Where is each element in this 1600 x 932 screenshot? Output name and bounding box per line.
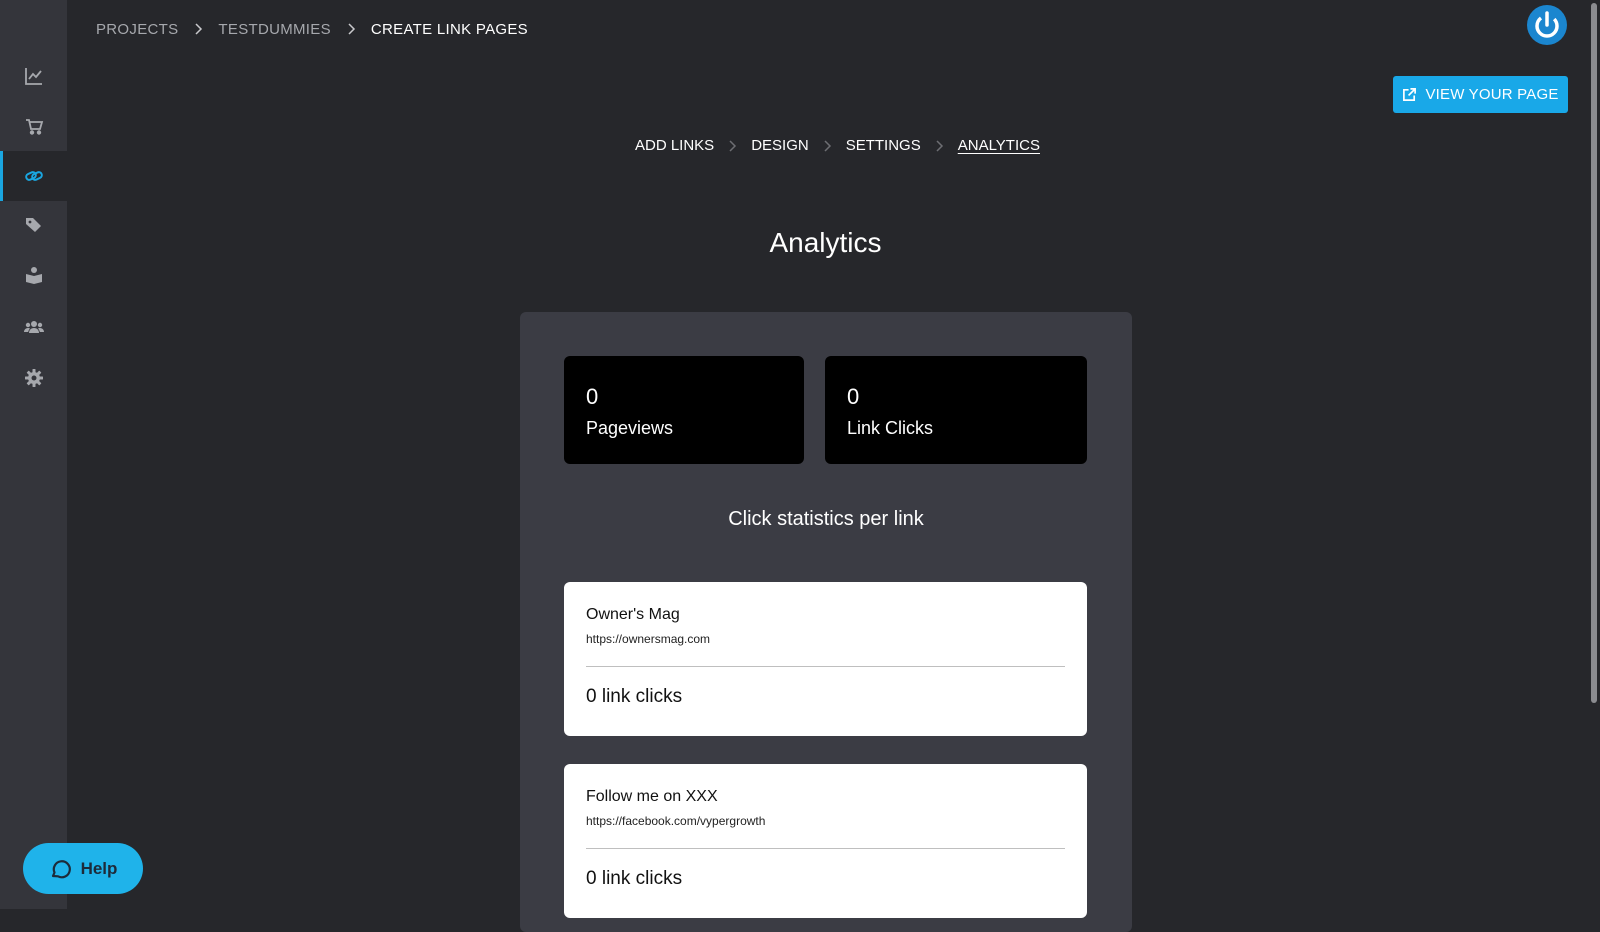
link-stat-card: Follow me on XXX https://facebook.com/vy… [564, 764, 1087, 918]
link-url: https://facebook.com/vypergrowth [586, 814, 766, 828]
pageviews-card: 0 Pageviews [564, 356, 804, 464]
link-name: Follow me on XXX [586, 788, 718, 805]
step-analytics[interactable]: ANALYTICS [958, 137, 1040, 154]
link-clicks-count: 0 link clicks [586, 686, 683, 707]
sidebar-item-settings[interactable] [0, 353, 67, 403]
scrollbar-thumb[interactable] [1591, 3, 1597, 703]
breadcrumb-project[interactable]: TESTDUMMIES [218, 21, 330, 38]
pageviews-value: 0 [586, 384, 599, 409]
external-link-icon [1403, 88, 1417, 101]
power-icon [1529, 7, 1565, 43]
sidebar-item-shop[interactable] [0, 101, 67, 151]
sidebar-item-analytics[interactable] [0, 51, 67, 101]
chevron-right-icon [935, 139, 944, 152]
step-settings[interactable]: SETTINGS [846, 137, 921, 154]
divider [586, 666, 1065, 667]
chart-line-icon [24, 68, 42, 85]
link-clicks-count: 0 link clicks [586, 868, 683, 889]
help-button[interactable]: Help [23, 843, 143, 894]
link-clicks-card: 0 Link Clicks [825, 356, 1087, 464]
chevron-right-icon [823, 139, 832, 152]
link-name: Owner's Mag [586, 606, 680, 623]
breadcrumb-current: CREATE LINK PAGES [370, 20, 528, 38]
reader-icon [25, 267, 42, 284]
link-clicks-label: Link Clicks [847, 418, 934, 438]
link-icon [24, 171, 43, 181]
analytics-panel: 0 Pageviews 0 Link Clicks Click statisti… [520, 312, 1132, 932]
page-title: Analytics [769, 227, 882, 258]
link-url: https://ownersmag.com [586, 632, 711, 646]
divider [586, 848, 1065, 849]
pageviews-label: Pageviews [586, 418, 674, 438]
power-button[interactable] [1527, 5, 1567, 45]
scrollbar[interactable] [1590, 0, 1600, 909]
cart-icon [25, 119, 43, 135]
chevron-right-icon [193, 23, 203, 35]
chevron-right-icon [728, 139, 737, 152]
per-link-title: Click statistics per link [728, 508, 924, 530]
link-clicks-value: 0 [847, 384, 860, 409]
breadcrumb-projects[interactable]: PROJECTS [96, 21, 178, 38]
users-icon [23, 321, 44, 333]
sidebar-item-link-pages[interactable] [0, 151, 67, 201]
view-your-page-label: VIEW YOUR PAGE [1425, 86, 1559, 103]
view-your-page-button[interactable]: VIEW YOUR PAGE [1393, 76, 1568, 113]
breadcrumb: PROJECTS TESTDUMMIES CREATE LINK PAGES [96, 18, 528, 40]
chat-bubble-icon [51, 859, 71, 878]
sidebar-item-team[interactable] [0, 302, 67, 352]
help-label: Help [80, 858, 118, 878]
step-add-links[interactable]: ADD LINKS [635, 137, 714, 154]
sidebar [0, 0, 67, 909]
gear-icon [24, 369, 43, 387]
chevron-right-icon [346, 23, 356, 35]
link-stat-card: Owner's Mag https://ownersmag.com 0 link… [564, 582, 1087, 736]
step-design[interactable]: DESIGN [751, 137, 809, 154]
